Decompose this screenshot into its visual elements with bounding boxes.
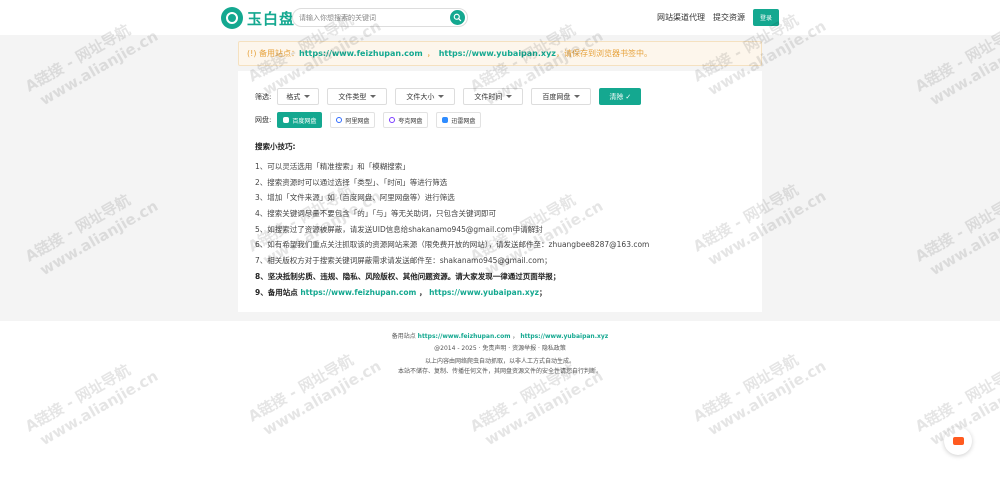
netdisk-quark-label: 夸克网盘 [398, 117, 423, 125]
footer-url-2[interactable]: https://www.yubaipan.xyz [520, 333, 608, 340]
notice-sep: ， [426, 49, 435, 58]
logo-icon [221, 7, 243, 29]
chat-icon [952, 437, 964, 445]
footer-copyright[interactable]: @2014 - 2025 · 免责声明 · 资源举报 · 隐私政策 [0, 343, 1000, 352]
login-button[interactable]: 登录 [753, 9, 779, 26]
clear-filters-button[interactable]: 清除 ✓ [599, 88, 642, 105]
tip-item: 5、如搜索过了资源被屏蔽，请发送UID信息给shakanamo945@gmail… [255, 224, 543, 234]
netdisk-xunlei-label: 迅雷网盘 [451, 117, 476, 125]
netdisk-label: 网盘: [255, 116, 272, 124]
chevron-down-icon [370, 95, 377, 98]
tip-item-backup: 9、备用站点 https://www.feizhupan.com ， https… [255, 285, 649, 301]
search-box [292, 8, 468, 27]
footer-sep: ， [512, 333, 519, 340]
netdisk-row: 网盘: 百度网盘 阿里网盘 夸克网盘 迅雷网盘 [255, 112, 489, 128]
file-size-dropdown-label: 文件大小 [406, 92, 435, 101]
tip-backup-sep: ， [418, 287, 427, 297]
watermark-line-2: www.alianjie.cn [926, 196, 1000, 280]
watermark-line-2: www.alianjie.cn [36, 196, 162, 280]
watermark-line-1: A链接 - 网址导航 [22, 190, 134, 266]
search-tips: 搜索小技巧: 1、可以灵活选用「精准搜索」和「模糊搜索」 2、搜索资源时可以通过… [255, 141, 649, 300]
nav-channel-agent[interactable]: 网站渠道代理 [657, 12, 705, 23]
watermark-text: A链接 - 网址导航www.alianjie.cn [912, 180, 1000, 283]
footer-disclaimer-1: 以上内容由网络爬虫自动抓取，以非人工方式自动生成。 [424, 358, 575, 365]
netdisk-aliyun-label: 阿里网盘 [345, 117, 370, 125]
search-input[interactable] [299, 11, 447, 25]
netdisk-xunlei[interactable]: 迅雷网盘 [436, 112, 482, 128]
tip-backup-url-2[interactable]: https://www.yubaipan.xyz [429, 288, 539, 297]
chat-button[interactable] [944, 427, 972, 455]
aliyun-icon [336, 117, 343, 123]
filter-label: 筛选: [255, 92, 272, 101]
quark-icon [389, 117, 396, 123]
search-button[interactable] [450, 10, 465, 25]
notice-suffix: ，请保存到浏览器书签中。 [555, 49, 652, 58]
netdisk-baidu[interactable]: 百度网盘 [277, 112, 323, 128]
watermark-text: A链接 - 网址导航www.alianjie.cn [22, 180, 162, 283]
watermark-line-2: www.alianjie.cn [926, 26, 1000, 110]
logo-text: 玉白盘 [247, 9, 296, 28]
tip-backup-prefix: 9、备用站点 [255, 287, 298, 297]
file-time-dropdown[interactable]: 文件时间 [463, 88, 524, 105]
footer-prefix: 备用站点 [391, 333, 416, 340]
tip-item: 6、如有希望我们重点关注抓取该的资源网站来源（限免费开放的网站），请发送邮件至：… [255, 240, 650, 250]
tip-item: 7、相关版权方对于搜索关键词屏蔽需求请发送邮件至：shakanamo945@gm… [255, 256, 552, 266]
notice-url-1[interactable]: https://www.feizhupan.com [299, 49, 423, 58]
top-header: 玉白盘 网站渠道代理 提交资源 登录 [0, 0, 1000, 35]
chevron-down-icon [574, 95, 581, 98]
notice-prefix: (!) 备用站点： [247, 49, 299, 58]
file-type-dropdown-label: 文件类型 [338, 92, 367, 101]
tip-item: 1、可以灵活选用「精准搜索」和「模糊搜索」 [255, 162, 410, 171]
tip-item: 8、坚决抵制劣质、违规、隐私、风险版权、其他问题资源。请大家发现一律通过页面举报… [255, 271, 561, 281]
tip-backup-url-1[interactable]: https://www.feizhupan.com [300, 288, 416, 297]
chevron-down-icon [506, 95, 513, 98]
filter-row: 筛选: 格式 文件类型 文件大小 文件时间 百度网盘 清除 ✓ [255, 88, 642, 105]
tip-item: 2、搜索资源时可以通过选择「类型」、「时间」等进行筛选 [255, 177, 448, 187]
notice-url-2[interactable]: https://www.yubaipan.xyz [439, 49, 556, 58]
file-size-dropdown[interactable]: 文件大小 [395, 88, 456, 105]
footer-disclaimer-2: 本站不储存、复制、传播任何文件，其网盘资源文件的安全性请您自行判断。 [397, 368, 602, 375]
page-footer: 备用站点 https://www.feizhupan.com ， https:/… [0, 321, 1000, 483]
tip-item: 4、搜索关键词尽量不要包含「的」「与」等无关助词，只包含关键词即可 [255, 209, 497, 219]
format-dropdown-label: 格式 [286, 92, 301, 101]
file-type-dropdown[interactable]: 文件类型 [327, 88, 388, 105]
netdisk-quark[interactable]: 夸克网盘 [383, 112, 429, 128]
watermark-line-2: www.alianjie.cn [36, 26, 162, 110]
tips-title: 搜索小技巧: [255, 142, 296, 151]
footer-backup-line: 备用站点 https://www.feizhupan.com ， https:/… [0, 331, 1000, 340]
clear-filters-label: 清除 [609, 92, 624, 101]
footer-url-1[interactable]: https://www.feizhupan.com [418, 333, 511, 340]
tip-backup-suffix: ； [539, 287, 547, 297]
main-card: 筛选: 格式 文件类型 文件大小 文件时间 百度网盘 清除 ✓ 网盘: 百度网盘 … [238, 71, 762, 312]
chevron-down-icon [438, 95, 445, 98]
xunlei-icon [442, 117, 449, 123]
broom-icon: ✓ [625, 92, 632, 101]
netdisk-dropdown[interactable]: 百度网盘 [531, 88, 592, 105]
netdisk-baidu-label: 百度网盘 [292, 117, 317, 125]
tip-item: 3、增加「文件来源」如（百度网盘、阿里网盘等）进行筛选 [255, 193, 455, 203]
nav-submit-resource[interactable]: 提交资源 [713, 12, 745, 23]
search-icon [453, 13, 462, 22]
netdisk-dropdown-label: 百度网盘 [542, 92, 571, 101]
file-time-dropdown-label: 文件时间 [474, 92, 503, 101]
baidu-icon [283, 117, 290, 123]
chevron-down-icon [304, 95, 311, 98]
watermark-line-1: A链接 - 网址导航 [912, 190, 1000, 266]
netdisk-aliyun[interactable]: 阿里网盘 [330, 112, 376, 128]
site-logo[interactable]: 玉白盘 [221, 7, 295, 29]
backup-site-notice: (!) 备用站点： https://www.feizhupan.com ， ht… [238, 41, 762, 66]
format-dropdown[interactable]: 格式 [277, 88, 320, 105]
